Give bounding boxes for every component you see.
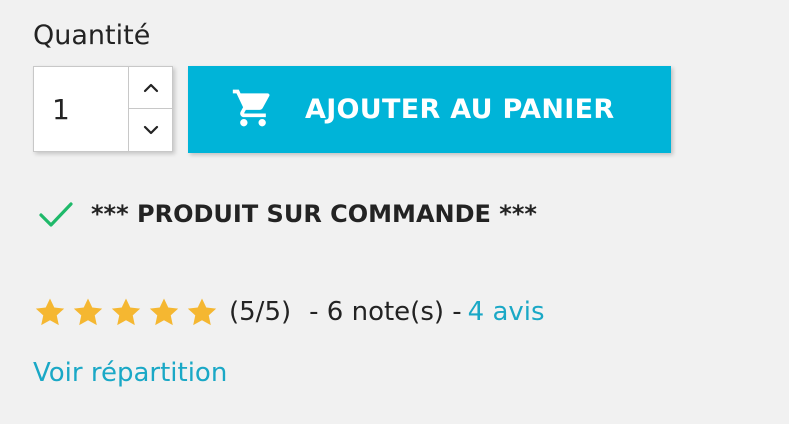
quantity-input[interactable] — [34, 67, 128, 151]
rating-score: (5/5) — [229, 297, 292, 327]
rating-count: - 6 note(s) - — [309, 297, 462, 327]
rating-distribution-link[interactable]: Voir répartition — [33, 358, 227, 388]
availability-status: *** PRODUIT SUR COMMANDE *** — [38, 194, 537, 234]
star-icon — [73, 297, 103, 325]
availability-text: *** PRODUIT SUR COMMANDE *** — [91, 200, 537, 228]
add-to-cart-button[interactable]: AJOUTER AU PANIER — [188, 66, 671, 153]
star-icon — [187, 297, 217, 325]
reviews-link[interactable]: 4 avis — [468, 297, 545, 327]
add-to-cart-label: AJOUTER AU PANIER — [305, 94, 615, 125]
quantity-spinner — [128, 67, 172, 151]
star-icon — [149, 297, 179, 325]
rating-summary: (5/5) - 6 note(s) - 4 avis — [33, 290, 545, 334]
shopping-cart-icon — [232, 89, 270, 127]
quantity-stepper — [33, 66, 173, 152]
quantity-increment-button[interactable] — [129, 67, 172, 109]
quantity-label: Quantité — [33, 20, 151, 51]
chevron-down-icon — [143, 125, 158, 135]
star-rating — [33, 296, 223, 329]
star-icon — [111, 297, 141, 325]
chevron-up-icon — [143, 83, 158, 92]
quantity-decrement-button[interactable] — [129, 109, 172, 151]
star-icon — [35, 297, 65, 325]
checkmark-icon — [39, 202, 73, 227]
